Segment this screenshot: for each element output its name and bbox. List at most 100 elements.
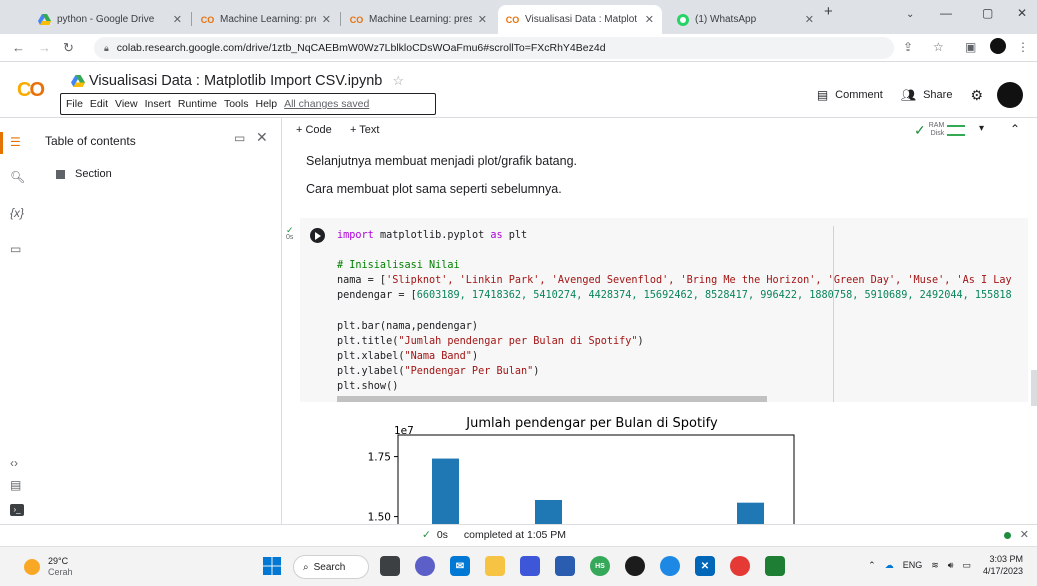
chart-output: Jumlah pendengar per Bulan di Spotify 1e…	[352, 411, 802, 524]
system-tray: ⌃ ☁ ENG ≋ 🔊︎ ▭ 3:03 PM 4/17/2023	[859, 553, 1023, 577]
menu-tools[interactable]: Tools	[224, 98, 249, 110]
tab-colab-2[interactable]: CO Machine Learning: presik ✕	[342, 5, 495, 34]
comment-button[interactable]: ▤ Comment	[817, 88, 883, 102]
share-page-icon[interactable]: ⇪	[903, 40, 913, 54]
tab-visualisasi-data[interactable]: CO Visualisasi Data : Matplot ✕	[498, 5, 662, 34]
profile-avatar[interactable]	[990, 38, 1006, 54]
close-icon[interactable]: ✕	[645, 13, 654, 26]
ram-disk-indicator[interactable]: ✓ RAM Disk	[914, 121, 966, 139]
colab-icon: CO	[200, 14, 215, 25]
cloud-icon[interactable]: ☁	[885, 560, 894, 571]
teams-chat-icon[interactable]	[415, 556, 435, 576]
wifi-icon[interactable]: ≋	[931, 560, 939, 571]
bar	[432, 458, 459, 524]
minimize-button[interactable]: —	[940, 6, 952, 20]
close-icon[interactable]: ✕	[322, 13, 331, 26]
taskbar-search[interactable]: ⌕ Search	[293, 555, 369, 579]
clock[interactable]: 3:03 PM 4/17/2023	[983, 553, 1023, 577]
language-indicator[interactable]: ENG	[903, 560, 923, 570]
calculator-icon[interactable]	[765, 556, 785, 576]
close-icon[interactable]: ✕	[173, 13, 182, 26]
bookmark-star-icon[interactable]: ☆	[933, 40, 944, 54]
account-avatar[interactable]	[997, 82, 1023, 108]
task-view-icon[interactable]	[380, 556, 400, 576]
windows-taskbar: 29°C Cerah ⌕ Search ✉ HS ✕ ⌃ ☁ ENG ≋ 🔊︎ …	[0, 546, 1037, 586]
window-close-button[interactable]: ✕	[1017, 6, 1027, 20]
table-of-contents-icon[interactable]: ☰	[10, 135, 21, 149]
popout-icon[interactable]: ▭	[234, 131, 245, 145]
cell-status: ✓ 0s	[286, 226, 294, 242]
menu-insert[interactable]: Insert	[145, 98, 171, 110]
toc-title: Table of contents	[45, 134, 136, 148]
chrome-icon[interactable]	[730, 556, 750, 576]
menu-file[interactable]: File	[66, 98, 83, 110]
star-icon[interactable]: ☆	[392, 73, 404, 89]
code-line: plt.bar(nama,pendengar)	[337, 320, 479, 332]
cell-exec-time: 0s	[286, 234, 294, 241]
code-editor[interactable]: import matplotlib.pyplot as plt # Inisia…	[337, 228, 1012, 394]
close-icon[interactable]: ✕	[478, 13, 487, 26]
battery-icon[interactable]: ▭	[962, 560, 971, 571]
notebook-title[interactable]: Visualisasi Data : Matplotlib Import CSV…	[71, 73, 404, 89]
bar	[737, 502, 764, 524]
edge-icon[interactable]	[660, 556, 680, 576]
app-icon[interactable]	[520, 556, 540, 576]
people-icon: 👥︎	[900, 88, 917, 102]
colab-logo[interactable]: CO	[17, 79, 45, 102]
back-arrow-icon[interactable]: ←	[12, 40, 25, 55]
file-explorer-icon[interactable]	[485, 556, 505, 576]
comment-icon: ▤	[816, 88, 829, 102]
windows-start-icon[interactable]	[262, 556, 282, 576]
code-token: )	[637, 335, 644, 347]
browser-menu-icon[interactable]: ⋮	[1017, 40, 1029, 54]
code-snippets-icon[interactable]: ‹›	[10, 456, 18, 470]
close-icon[interactable]: ✕	[1020, 528, 1029, 541]
variables-icon[interactable]: {x}	[10, 206, 24, 220]
menu-view[interactable]: View	[115, 98, 138, 110]
weather-widget[interactable]: 29°C Cerah	[24, 556, 73, 578]
shield-app-icon[interactable]	[555, 556, 575, 576]
left-rail: ☰ 🔍︎ {x} ▭ ‹› ▤ ›_	[0, 118, 34, 524]
tab-google-drive[interactable]: python - Google Drive ✕	[30, 5, 190, 34]
mail-icon[interactable]: ✉	[450, 556, 470, 576]
volume-icon[interactable]: 🔊︎	[948, 560, 954, 571]
runtime-dropdown-icon[interactable]: ▾	[979, 123, 984, 134]
url-field[interactable]: 🔒︎ colab.research.google.com/drive/1ztb_…	[94, 37, 894, 59]
menu-runtime[interactable]: Runtime	[178, 98, 217, 110]
forward-arrow-icon[interactable]: →	[38, 40, 51, 55]
code-token: )	[533, 365, 540, 377]
toc-panel: Table of contents ▭ ✕ Section	[34, 118, 282, 524]
restore-button[interactable]: ▢	[982, 6, 993, 20]
collapse-chevron-icon[interactable]: ⌃	[1010, 122, 1020, 136]
add-code-button[interactable]: + Code	[296, 124, 332, 136]
section-icon	[56, 169, 65, 179]
close-icon[interactable]: ✕	[805, 13, 814, 26]
horizontal-scrollbar[interactable]	[337, 396, 767, 402]
hs-app-icon[interactable]: HS	[590, 556, 610, 576]
sidepanel-icon[interactable]: ▣	[965, 40, 976, 54]
close-icon[interactable]: ✕	[256, 129, 268, 146]
run-cell-button[interactable]	[310, 228, 325, 243]
tab-whatsapp[interactable]: (1) WhatsApp ✕	[668, 5, 822, 34]
folder-icon[interactable]: ▭	[10, 242, 21, 256]
menu-help[interactable]: Help	[255, 98, 277, 110]
save-status[interactable]: All changes saved	[284, 98, 369, 110]
search-icon[interactable]: 🔍︎	[10, 170, 25, 184]
command-palette-icon[interactable]: ▤	[10, 478, 21, 492]
toc-item-section[interactable]: Section	[56, 168, 112, 180]
add-text-button[interactable]: + Text	[350, 124, 379, 136]
github-icon[interactable]	[625, 556, 645, 576]
tab-search-chevron-icon[interactable]: ⌄	[906, 9, 914, 20]
chevron-up-icon[interactable]: ⌃	[868, 560, 876, 571]
vertical-scrollbar[interactable]	[1031, 370, 1037, 406]
menu-edit[interactable]: Edit	[90, 98, 108, 110]
terminal-icon[interactable]: ›_	[10, 504, 24, 516]
share-button[interactable]: 👥︎ Share	[901, 88, 953, 102]
gear-icon: ⚙	[970, 86, 983, 103]
taskbar-search-label: Search	[313, 561, 346, 573]
settings-button[interactable]: ⚙	[970, 87, 983, 104]
vscode-icon[interactable]: ✕	[695, 556, 715, 576]
reload-icon[interactable]: ↻	[63, 40, 74, 56]
tab-colab-1[interactable]: CO Machine Learning: presik ✕	[193, 5, 339, 34]
new-tab-button[interactable]: +	[824, 3, 833, 20]
